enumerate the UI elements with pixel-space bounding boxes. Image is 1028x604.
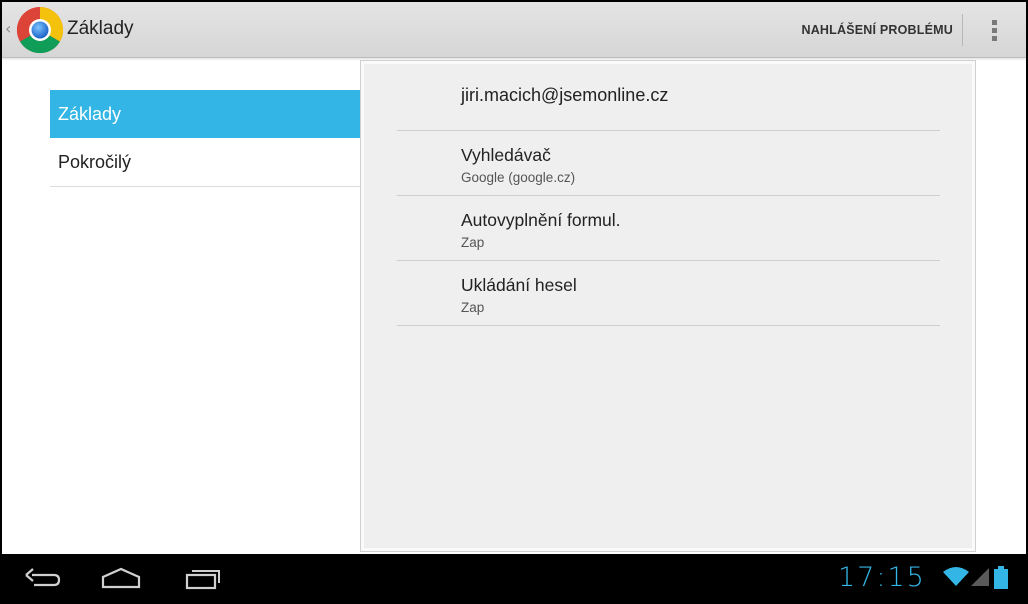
chrome-logo-icon[interactable]: [16, 6, 64, 54]
preference-summary: Google (google.cz): [461, 170, 576, 185]
back-icon[interactable]: [22, 566, 62, 592]
save-passwords-preference[interactable]: Ukládání hesel Zap: [397, 261, 940, 326]
wifi-icon: [943, 567, 969, 586]
preference-title: Ukládání hesel: [461, 275, 577, 295]
home-icon[interactable]: [100, 566, 142, 592]
settings-screen: ‹ Základy NAHLÁŠENÍ PROBLÉMU Základy Pok…: [2, 2, 1026, 554]
cell-signal-icon: [971, 568, 989, 586]
header-item-basics[interactable]: Základy: [50, 90, 360, 138]
system-bar: 17:15: [0, 554, 1028, 604]
overflow-menu-icon[interactable]: [978, 2, 1010, 58]
settings-headers-list: Základy Pokročilý: [50, 90, 360, 187]
preference-summary: Zap: [461, 300, 485, 315]
preference-list: jiri.macich@jsemonline.cz Vyhledávač Goo…: [397, 61, 940, 326]
action-bar-divider: [962, 14, 963, 46]
up-caret-icon[interactable]: ‹: [5, 19, 11, 38]
status-clock: 17:15: [838, 562, 926, 593]
report-problem-button[interactable]: NAHLÁŠENÍ PROBLÉMU: [791, 2, 963, 58]
action-bar-title: Základy: [67, 18, 134, 39]
preference-summary: Zap: [461, 235, 485, 250]
autofill-preference[interactable]: Autovyplnění formul. Zap: [397, 196, 940, 261]
recent-apps-icon[interactable]: [184, 566, 222, 592]
preference-title: Vyhledávač: [461, 145, 551, 165]
account-preference[interactable]: jiri.macich@jsemonline.cz: [397, 61, 940, 131]
settings-detail-panel: jiri.macich@jsemonline.cz Vyhledávač Goo…: [360, 60, 976, 552]
header-item-advanced[interactable]: Pokročilý: [50, 138, 360, 187]
action-bar: ‹ Základy NAHLÁŠENÍ PROBLÉMU: [2, 2, 1026, 58]
battery-icon: [994, 566, 1008, 589]
search-engine-preference[interactable]: Vyhledávač Google (google.cz): [397, 131, 940, 196]
preference-title: Autovyplnění formul.: [461, 210, 621, 230]
account-email: jiri.macich@jsemonline.cz: [461, 85, 669, 105]
